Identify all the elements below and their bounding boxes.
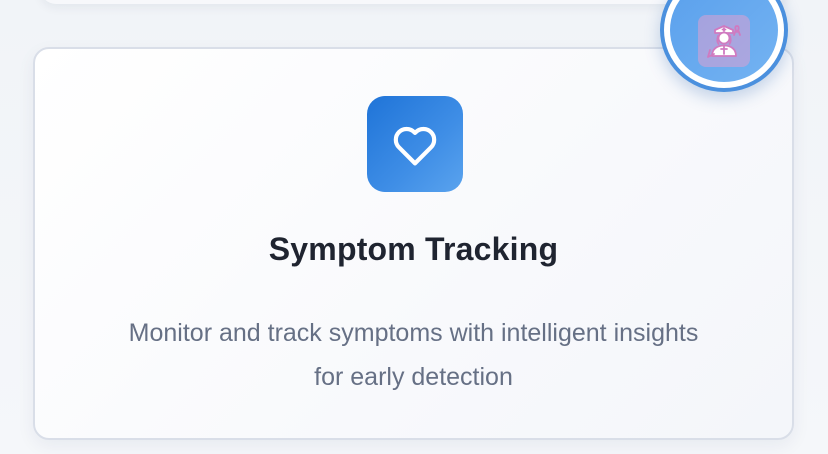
page: Symptom Tracking Monitor and track sympt… — [0, 0, 828, 454]
nurse-chat-icon — [707, 25, 741, 58]
nurse-icon-tile — [698, 15, 750, 67]
feature-title: Symptom Tracking — [268, 231, 559, 267]
feature-icon-tile — [367, 96, 463, 192]
heart-icon — [393, 126, 437, 166]
feature-description: Monitor and track symptoms with intellig… — [128, 319, 699, 391]
avatar-background — [670, 0, 778, 82]
feature-card-symptom-tracking[interactable]: Symptom Tracking Monitor and track sympt… — [33, 47, 794, 440]
